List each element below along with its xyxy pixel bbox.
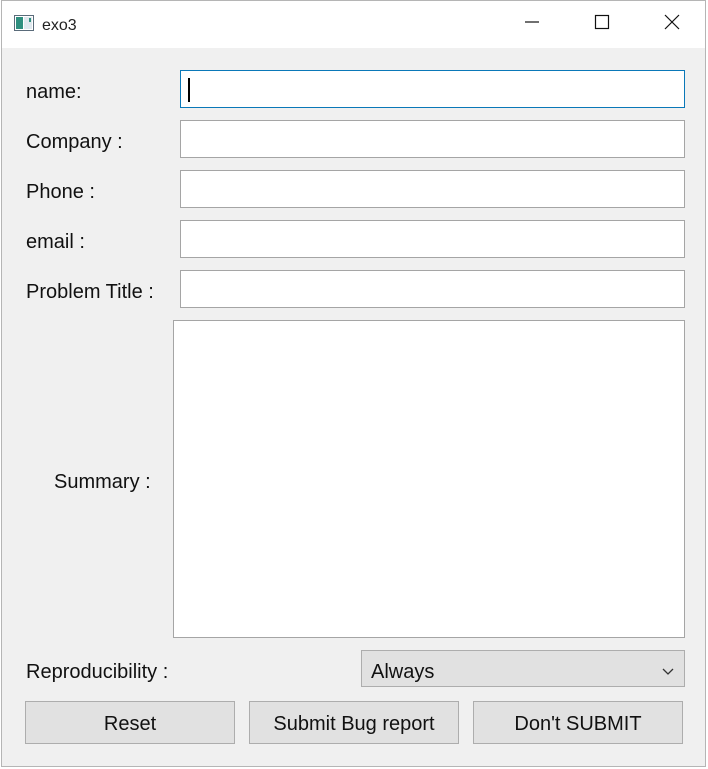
- email-input[interactable]: [180, 220, 685, 258]
- app-window: exo3 name: Company : Phone : email: Pro…: [1, 0, 706, 767]
- app-window-icon: [14, 15, 34, 31]
- close-icon: [664, 14, 680, 35]
- window-title: exo3: [42, 17, 77, 34]
- dont-submit-button[interactable]: Don't SUBMIT: [473, 701, 683, 744]
- phone-input[interactable]: [180, 170, 685, 208]
- reproducibility-label: Reproducibility :: [26, 661, 169, 683]
- name-input[interactable]: [180, 70, 685, 108]
- text-caret: [188, 78, 190, 102]
- problem-title-input[interactable]: [180, 270, 685, 308]
- reproducibility-select[interactable]: Always: [361, 650, 685, 687]
- email-label: email :: [26, 231, 85, 253]
- minimize-icon: [524, 14, 540, 35]
- maximize-icon: [594, 14, 610, 35]
- company-label: Company :: [26, 131, 123, 153]
- company-input[interactable]: [180, 120, 685, 158]
- problem-title-label: Problem Title :: [26, 281, 154, 303]
- minimize-button[interactable]: [497, 1, 567, 48]
- chevron-down-icon: [662, 663, 674, 675]
- reset-button[interactable]: Reset: [25, 701, 235, 744]
- phone-label: Phone :: [26, 181, 95, 203]
- title-bar[interactable]: exo3: [2, 1, 705, 48]
- summary-textarea[interactable]: [173, 320, 685, 638]
- maximize-button[interactable]: [567, 1, 637, 48]
- reproducibility-selected-value: Always: [371, 661, 435, 683]
- submit-bug-report-button[interactable]: Submit Bug report: [249, 701, 459, 744]
- close-button[interactable]: [637, 1, 707, 48]
- name-label: name:: [26, 81, 82, 103]
- summary-label: Summary :: [54, 471, 151, 493]
